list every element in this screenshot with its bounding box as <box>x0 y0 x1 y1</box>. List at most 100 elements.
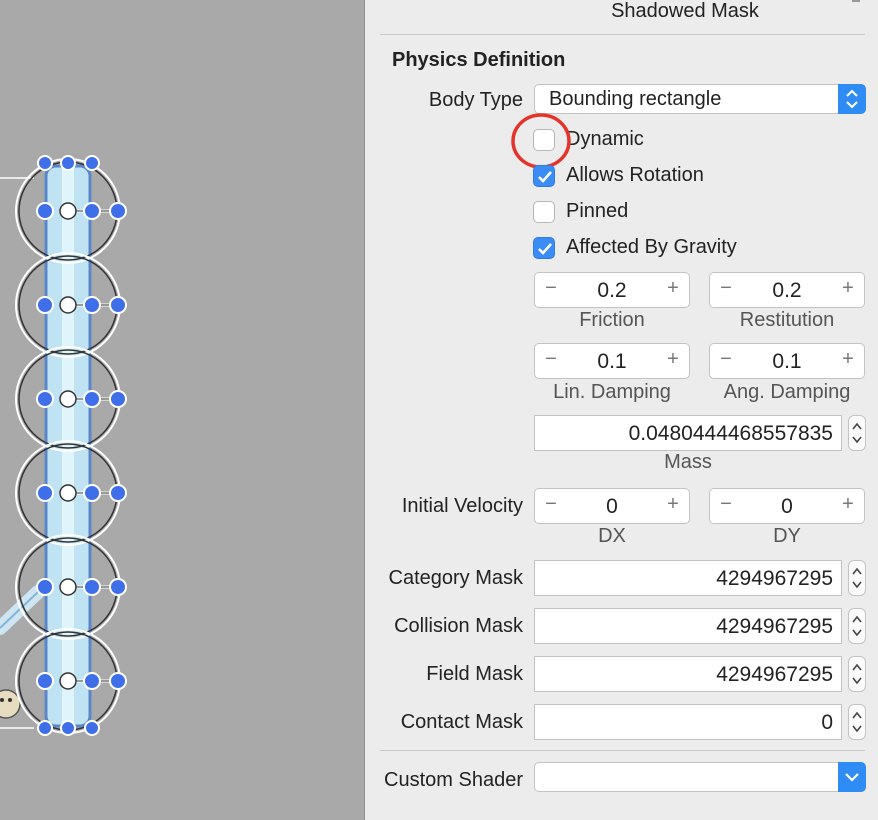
increment-button[interactable]: + <box>661 493 685 516</box>
dx-value[interactable]: 0 <box>565 495 659 519</box>
handle-dot[interactable] <box>83 484 101 502</box>
initial-velocity-label: Initial Velocity <box>401 495 523 517</box>
field-mask-label: Field Mask <box>426 663 523 685</box>
anchor-handle[interactable] <box>59 390 77 408</box>
dx-stepper[interactable]: − 0 + <box>534 488 690 524</box>
divider <box>380 34 865 35</box>
custom-shader-popup[interactable] <box>534 762 866 792</box>
anchor-handle[interactable] <box>59 296 77 314</box>
lin-damping-label: Lin. Damping <box>553 381 671 403</box>
handle-dot[interactable] <box>37 720 53 736</box>
affected-by-gravity-checkbox[interactable] <box>533 237 555 259</box>
dy-value[interactable]: 0 <box>740 495 834 519</box>
handle-dot[interactable] <box>109 578 127 596</box>
increment-button[interactable]: + <box>661 277 685 300</box>
decrement-button[interactable]: − <box>539 493 563 516</box>
collision-mask-label: Collision Mask <box>394 615 523 637</box>
pinned-checkbox[interactable] <box>533 201 555 223</box>
dy-stepper[interactable]: − 0 + <box>709 488 865 524</box>
handle-dot[interactable] <box>109 390 127 408</box>
attributes-inspector: Shadowed Mask Physics Definition Body Ty… <box>365 0 878 820</box>
handle-dot[interactable] <box>83 296 101 314</box>
category-mask-value[interactable]: 4294967295 <box>716 567 833 591</box>
ang-damping-label: Ang. Damping <box>723 381 851 403</box>
increment-button[interactable]: + <box>836 348 860 371</box>
handle-dot[interactable] <box>36 672 54 690</box>
lin-damping-value[interactable]: 0.1 <box>565 350 659 374</box>
affected-by-gravity-label: Affected By Gravity <box>566 236 737 258</box>
restitution-stepper[interactable]: − 0.2 + <box>709 272 865 308</box>
section-title: Physics Definition <box>392 49 566 71</box>
decrement-button[interactable]: − <box>539 348 563 371</box>
mass-value[interactable]: 0.0480444468557835 <box>629 422 833 446</box>
friction-value[interactable]: 0.2 <box>565 279 659 303</box>
category-mask-field[interactable]: 4294967295 <box>534 560 842 596</box>
mass-label: Mass <box>664 451 712 473</box>
stepper-updown-icon <box>852 567 862 589</box>
stepper-updown-icon <box>852 422 862 444</box>
anchor-handle[interactable] <box>59 202 77 220</box>
body-type-value: Bounding rectangle <box>549 88 722 110</box>
popup-arrows-icon <box>838 84 866 114</box>
field-mask-stepper[interactable] <box>848 656 866 692</box>
handle-dot[interactable] <box>83 390 101 408</box>
stepper-updown-icon <box>852 663 862 685</box>
anchor-handle[interactable] <box>59 484 77 502</box>
handle-dot[interactable] <box>60 155 76 171</box>
anchor-handle[interactable] <box>59 672 77 690</box>
handle-dot[interactable] <box>60 720 76 736</box>
handle-dot[interactable] <box>36 578 54 596</box>
handle-dot[interactable] <box>109 484 127 502</box>
increment-button[interactable]: + <box>661 348 685 371</box>
decrement-button[interactable]: − <box>714 493 738 516</box>
allows-rotation-checkbox[interactable] <box>533 165 555 187</box>
restitution-label: Restitution <box>739 309 835 331</box>
handle-dot[interactable] <box>36 390 54 408</box>
dynamic-label: Dynamic <box>566 128 644 150</box>
increment-button[interactable]: + <box>836 493 860 516</box>
handle-dot[interactable] <box>36 484 54 502</box>
checkmark-icon <box>538 243 552 255</box>
restitution-value[interactable]: 0.2 <box>740 279 834 303</box>
category-mask-label: Category Mask <box>388 567 524 589</box>
collision-mask-value[interactable]: 4294967295 <box>716 615 833 639</box>
handle-dot[interactable] <box>109 672 127 690</box>
collision-mask-stepper[interactable] <box>848 608 866 644</box>
contact-mask-field[interactable]: 0 <box>534 704 842 740</box>
handle-dot[interactable] <box>36 202 54 220</box>
chevron-down-icon <box>838 762 866 792</box>
mass-stepper[interactable] <box>848 415 866 451</box>
anchor-handle[interactable] <box>59 578 77 596</box>
decrement-button[interactable]: − <box>714 348 738 371</box>
contact-mask-value[interactable]: 0 <box>821 711 833 735</box>
handle-dot[interactable] <box>36 296 54 314</box>
handle-dot[interactable] <box>84 155 100 171</box>
handle-dot[interactable] <box>37 155 53 171</box>
handle-dot[interactable] <box>109 202 127 220</box>
field-mask-value[interactable]: 4294967295 <box>716 663 833 687</box>
increment-button[interactable]: + <box>836 277 860 300</box>
decrement-button[interactable]: − <box>714 277 738 300</box>
handle-dot[interactable] <box>83 672 101 690</box>
friction-stepper[interactable]: − 0.2 + <box>534 272 690 308</box>
scene-graphic[interactable] <box>0 0 364 820</box>
body-type-popup[interactable]: Bounding rectangle <box>534 84 866 114</box>
handle-dot[interactable] <box>83 578 101 596</box>
scene-canvas[interactable] <box>0 0 365 820</box>
category-mask-stepper[interactable] <box>848 560 866 596</box>
stepper-updown-icon <box>852 711 862 733</box>
handle-dot[interactable] <box>83 202 101 220</box>
lin-damping-stepper[interactable]: − 0.1 + <box>534 343 690 379</box>
handle-dot[interactable] <box>109 296 127 314</box>
pinned-label: Pinned <box>566 200 629 222</box>
ang-damping-stepper[interactable]: − 0.1 + <box>709 343 865 379</box>
decrement-button[interactable]: − <box>539 277 563 300</box>
arrow-fragment-icon <box>852 0 860 2</box>
handle-dot[interactable] <box>84 720 100 736</box>
ang-damping-value[interactable]: 0.1 <box>740 350 834 374</box>
mass-field[interactable]: 0.0480444468557835 <box>534 415 842 451</box>
collision-mask-field[interactable]: 4294967295 <box>534 608 842 644</box>
field-mask-field[interactable]: 4294967295 <box>534 656 842 692</box>
contact-mask-stepper[interactable] <box>848 704 866 740</box>
stepper-updown-icon <box>852 615 862 637</box>
